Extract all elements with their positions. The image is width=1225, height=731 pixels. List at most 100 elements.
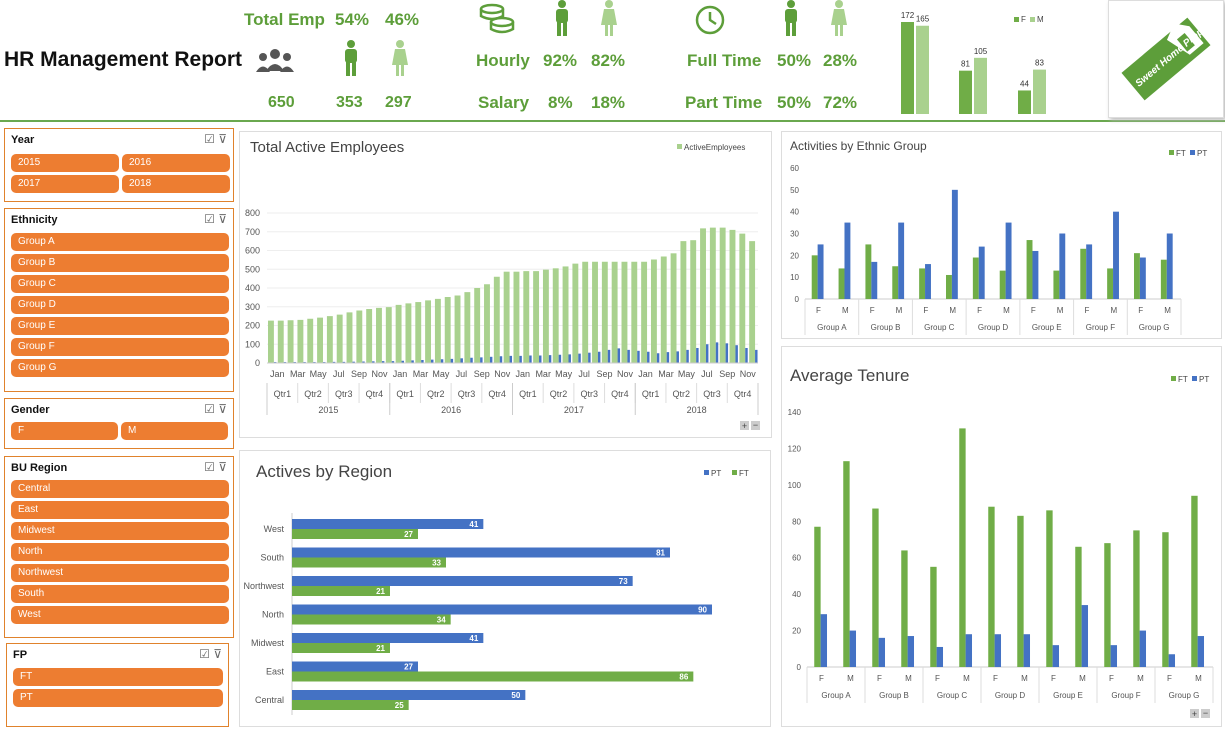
- slicer-item-west[interactable]: West: [11, 606, 229, 624]
- active-employees-bar: [749, 241, 756, 363]
- column-bar: [1059, 233, 1066, 299]
- legend-label: PT: [1197, 149, 1207, 158]
- collapse-icon: −: [753, 420, 758, 430]
- year-label: 2017: [564, 405, 584, 415]
- group-label: Group D: [995, 691, 1025, 700]
- column-bar: [1023, 634, 1031, 667]
- female-icon: [831, 0, 847, 36]
- slicer-item-ft[interactable]: FT: [13, 668, 223, 686]
- month-label: Sep: [474, 369, 490, 379]
- slicer-item-central[interactable]: Central: [11, 480, 229, 498]
- secondary-bar: [735, 345, 738, 363]
- active-employees-bar: [631, 261, 638, 363]
- clear-filter-icon[interactable]: ⊽: [218, 132, 227, 146]
- salary-female-pct: 18%: [591, 93, 626, 112]
- month-label: May: [310, 369, 328, 379]
- ethnic-group-panel: Activities by Ethnic Group FT PT 0 10 20 30 40 5…: [781, 131, 1222, 339]
- slicer-item-east[interactable]: East: [11, 501, 229, 519]
- gender-slicer: Gender ☑ ⊽ F M: [4, 398, 234, 449]
- sub-category-label: F: [935, 674, 940, 683]
- company-logo: Sweet Home Properties: [1108, 0, 1224, 118]
- month-label: Sep: [597, 369, 613, 379]
- slicer-item-group-b[interactable]: Group B: [11, 254, 229, 272]
- quarter-label: Qtr3: [335, 389, 353, 399]
- slicer-item-group-g[interactable]: Group G: [11, 359, 229, 377]
- slicer-item-northwest[interactable]: Northwest: [11, 564, 229, 582]
- column-bar: [1046, 510, 1053, 667]
- hourly-female-pct: 82%: [591, 51, 626, 70]
- legend-label: PT: [1199, 375, 1209, 384]
- data-label: 27: [404, 663, 413, 672]
- quarter-label: Qtr3: [580, 389, 598, 399]
- active-employees-bar: [268, 320, 274, 363]
- slicer-item-group-d[interactable]: Group D: [11, 296, 229, 314]
- region-bar: [292, 661, 418, 672]
- month-label: Jul: [701, 369, 713, 379]
- active-employees-bar: [484, 284, 490, 363]
- category-label: Central: [255, 695, 284, 705]
- slicer-item-group-a[interactable]: Group A: [11, 233, 229, 251]
- quarter-label: Qtr2: [427, 389, 445, 399]
- column-bar: [838, 268, 845, 299]
- region-bar: [292, 557, 446, 568]
- clear-filter-icon[interactable]: ⊽: [218, 460, 227, 474]
- clear-filter-icon[interactable]: ⊽: [213, 647, 222, 661]
- slicer-item-2018[interactable]: 2018: [122, 175, 230, 193]
- region-bar: [292, 671, 694, 682]
- column-bar: [994, 634, 1002, 667]
- slicer-item-f[interactable]: F: [11, 422, 118, 440]
- clear-filter-icon[interactable]: ⊽: [218, 402, 227, 416]
- multi-select-icon[interactable]: ☑: [199, 647, 210, 661]
- region-bar: [292, 700, 409, 710]
- column-bar: [1053, 270, 1060, 299]
- slicer-item-group-e[interactable]: Group E: [11, 317, 229, 335]
- sub-category-label: M: [1057, 306, 1064, 315]
- salary-label: Salary: [478, 93, 530, 112]
- slicer-item-2017[interactable]: 2017: [11, 175, 119, 193]
- slicer-item-pt[interactable]: PT: [13, 689, 223, 707]
- column-bar: [907, 636, 915, 667]
- multi-select-icon[interactable]: ☑: [204, 132, 215, 146]
- active-employees-bar: [425, 300, 432, 363]
- multi-select-icon[interactable]: ☑: [204, 212, 215, 226]
- slicer-item-2016[interactable]: 2016: [122, 154, 230, 172]
- sub-category-label: F: [877, 674, 882, 683]
- active-employees-bar: [542, 269, 549, 363]
- column-bar: [1005, 222, 1012, 299]
- slicer-item-north[interactable]: North: [11, 543, 229, 561]
- slicer-item-south[interactable]: South: [11, 585, 229, 603]
- month-label: Jan: [515, 369, 530, 379]
- sub-category-label: M: [1003, 306, 1010, 315]
- y-tick-label: 50: [790, 186, 799, 195]
- y-tick-label: 40: [792, 590, 801, 599]
- column-bar: [930, 566, 937, 667]
- mini-data-label: 165: [916, 15, 930, 24]
- female-pct: 46%: [385, 10, 420, 29]
- slicer-tools: ☑ ⊽: [199, 647, 222, 661]
- slicer-item-group-c[interactable]: Group C: [11, 275, 229, 293]
- y-tick-label: 20: [792, 627, 801, 636]
- region-bar: [292, 529, 418, 539]
- slicer-item-2015[interactable]: 2015: [11, 154, 119, 172]
- mini-data-label: 83: [1035, 59, 1044, 68]
- clear-filter-icon[interactable]: ⊽: [218, 212, 227, 226]
- y-tick-label: 0: [255, 358, 260, 368]
- active-employees-bar: [552, 268, 559, 363]
- column-bar: [1162, 532, 1169, 667]
- gender-mini-chart: 172 165 81 105 44 83 F M: [901, 11, 1046, 114]
- slicer-item-group-f[interactable]: Group F: [11, 338, 229, 356]
- slicer-tools: ☑ ⊽: [204, 212, 227, 226]
- active-employees-bar: [307, 318, 314, 363]
- sub-category-label: M: [949, 306, 956, 315]
- legend-label: PT: [711, 469, 721, 478]
- active-employees-bar: [680, 241, 687, 363]
- parttime-label: Part Time: [685, 93, 763, 112]
- sub-category-label: F: [816, 306, 821, 315]
- slicer-item-m[interactable]: M: [121, 422, 228, 440]
- column-bar: [951, 189, 958, 299]
- sub-category-label: M: [1164, 306, 1171, 315]
- slicer-item-midwest[interactable]: Midwest: [11, 522, 229, 540]
- multi-select-icon[interactable]: ☑: [204, 402, 215, 416]
- activities-by-ethnic-group-chart: Activities by Ethnic Group FT PT 0 10 20 30 40 5…: [790, 139, 1207, 335]
- multi-select-icon[interactable]: ☑: [204, 460, 215, 474]
